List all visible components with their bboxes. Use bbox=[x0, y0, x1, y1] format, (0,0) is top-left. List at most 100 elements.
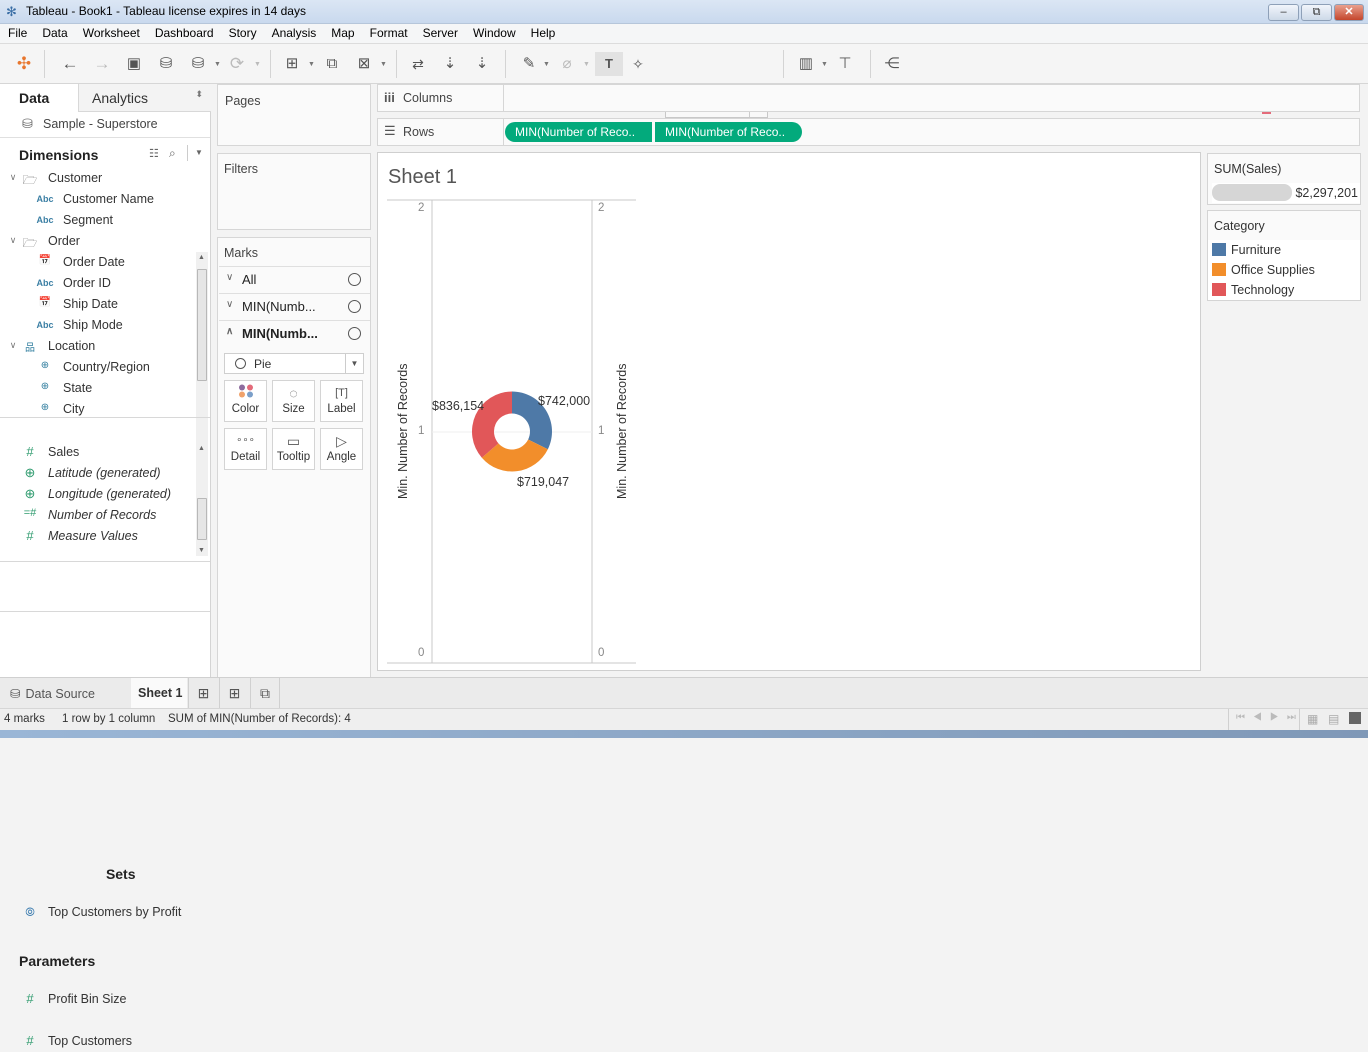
dimension-field[interactable]: Abc Ship Mode bbox=[0, 315, 210, 336]
dimensions-list: ∨ 🗁 Customer Abc Customer Name Abc Segment ∨ 🗁 Or… bbox=[0, 168, 210, 416]
menu-help[interactable]: Help bbox=[523, 24, 563, 40]
size-button[interactable]: ◌ Size bbox=[272, 380, 315, 422]
y-tick-left: 1 bbox=[418, 425, 425, 437]
measure-field[interactable]: # Sales bbox=[0, 442, 195, 463]
menu-data[interactable]: Data bbox=[34, 24, 74, 40]
globe-icon: ⊕ bbox=[40, 381, 50, 392]
tab-data[interactable]: Data bbox=[0, 84, 78, 112]
share-icon[interactable]: ⋲ bbox=[880, 52, 904, 76]
measure-field[interactable]: # Measure Values bbox=[0, 526, 195, 547]
marks-card-min-1[interactable]: ∨ MIN(Numb... bbox=[219, 293, 370, 320]
field-label: Customer Name bbox=[63, 192, 154, 206]
dimension-field[interactable]: ⊕ Country/Region bbox=[0, 357, 210, 378]
dimension-folder[interactable]: ∨ 🗁 Order bbox=[0, 231, 210, 252]
highlight-icon[interactable]: ✎ bbox=[517, 52, 541, 76]
save-icon[interactable]: ▣ bbox=[122, 52, 146, 76]
legend-item-office-supplies[interactable]: Office Supplies bbox=[1212, 263, 1315, 277]
menu-server[interactable]: Server bbox=[415, 24, 465, 40]
color-legend-title: Category bbox=[1214, 219, 1265, 233]
data-source-item[interactable]: ⛁ Sample - Superstore bbox=[0, 112, 210, 138]
detail-button[interactable]: ∘∘∘ Detail bbox=[224, 428, 267, 470]
mark-type-select[interactable]: Pie ▼ bbox=[224, 353, 364, 374]
menu-format[interactable]: Format bbox=[362, 24, 415, 40]
presentation-mode-icon[interactable]: ⊤ bbox=[833, 52, 857, 76]
sort-descending-icon[interactable]: ⇣ bbox=[470, 52, 494, 76]
dimension-field[interactable]: Abc Order ID bbox=[0, 273, 210, 294]
parameter-label: Profit Bin Size bbox=[48, 992, 127, 1006]
sheet-nav-icons[interactable]: ⏮◀▶⏭ bbox=[1236, 712, 1304, 723]
new-data-source-icon[interactable]: ⛁ bbox=[154, 52, 178, 76]
dimension-field[interactable]: 📅 Order Date bbox=[0, 252, 210, 273]
restore-button[interactable]: ⧉ bbox=[1301, 4, 1332, 21]
dimension-folder[interactable]: ∨ 🗁 Customer bbox=[0, 168, 210, 189]
marks-card-min-2[interactable]: ∧ MIN(Numb... bbox=[219, 320, 370, 347]
dimension-field[interactable]: Abc Segment bbox=[0, 210, 210, 231]
legend-item-technology[interactable]: Technology bbox=[1212, 283, 1294, 297]
show-cards-icon[interactable]: ▥ bbox=[794, 52, 818, 76]
tableau-home-icon[interactable]: ✣ bbox=[12, 52, 36, 76]
dimension-field[interactable]: Abc Customer Name bbox=[0, 189, 210, 210]
new-story-icon[interactable]: ⧉ bbox=[250, 678, 280, 708]
close-button[interactable]: ✕ bbox=[1334, 4, 1364, 21]
pie-mark-icon bbox=[348, 300, 361, 313]
show-mark-labels-icon[interactable]: T bbox=[595, 52, 623, 76]
rows-pill[interactable]: MIN(Number of Reco.. bbox=[505, 122, 652, 142]
menu-file[interactable]: File bbox=[0, 24, 34, 40]
filters-shelf[interactable]: Filters bbox=[217, 153, 371, 230]
tab-data-source[interactable]: ⛁ Data Source bbox=[0, 678, 130, 708]
menu-map[interactable]: Map bbox=[323, 24, 361, 40]
menu-window[interactable]: Window bbox=[465, 24, 523, 40]
parameter-item[interactable]: # Top Customers bbox=[0, 1031, 210, 1052]
parameter-item[interactable]: # Profit Bin Size bbox=[0, 989, 210, 1010]
pages-shelf[interactable]: Pages bbox=[217, 84, 371, 146]
dimensions-menu-icon[interactable]: ▼ bbox=[195, 148, 203, 157]
legend-item-furniture[interactable]: Furniture bbox=[1212, 243, 1281, 257]
tab-sheet-1[interactable]: Sheet 1 bbox=[131, 678, 187, 708]
undo-icon[interactable]: ← bbox=[58, 52, 82, 76]
tab-analytics[interactable]: Analytics ⬍ bbox=[78, 84, 211, 112]
worksheet-view: Sheet 1 2 1 0 2 1 0 Min. Number of Recor… bbox=[377, 152, 1201, 671]
refresh-icon[interactable]: ⟳ bbox=[225, 52, 249, 76]
menu-worksheet[interactable]: Worksheet bbox=[75, 24, 147, 40]
group-members-icon[interactable]: ⌀ bbox=[555, 52, 579, 76]
new-worksheet-icon[interactable]: ⊞ bbox=[280, 52, 304, 76]
columns-shelf[interactable]: iii Columns bbox=[377, 84, 1360, 112]
chevron-up-icon: ∧ bbox=[226, 326, 234, 337]
duplicate-sheet-icon[interactable]: ⧉ bbox=[320, 52, 344, 76]
search-icon[interactable]: ⌕ bbox=[169, 146, 176, 161]
pause-updates-icon[interactable]: ⛁ bbox=[186, 52, 210, 76]
filmstrip-view-icon[interactable]: ▤ bbox=[1328, 712, 1339, 726]
menu-story[interactable]: Story bbox=[221, 24, 264, 40]
clear-sheet-icon[interactable]: ⊠ bbox=[352, 52, 376, 76]
columns-icon: iii bbox=[384, 90, 395, 105]
y-tick-right: 2 bbox=[598, 202, 605, 214]
sort-ascending-icon[interactable]: ⇣ bbox=[438, 52, 462, 76]
minimize-button[interactable]: – bbox=[1268, 4, 1299, 21]
marks-card-label: MIN(Numb... bbox=[242, 299, 316, 314]
tabs-view-icon[interactable] bbox=[1349, 712, 1361, 724]
dimension-folder[interactable]: ∨ 品 Location bbox=[0, 336, 210, 357]
marks-card-all[interactable]: ∨ All bbox=[219, 266, 370, 293]
tooltip-button[interactable]: ▭ Tooltip bbox=[272, 428, 315, 470]
menu-dashboard[interactable]: Dashboard bbox=[147, 24, 221, 40]
dimension-field[interactable]: ⊕ State bbox=[0, 378, 210, 399]
angle-button[interactable]: ▷ Angle bbox=[320, 428, 363, 470]
swap-rows-columns-icon[interactable]: ⇄ bbox=[406, 52, 430, 76]
os-taskbar bbox=[0, 730, 1368, 738]
new-dashboard-icon[interactable]: ⊞ bbox=[219, 678, 249, 708]
new-worksheet-icon[interactable]: ⊞ bbox=[188, 678, 218, 708]
set-item[interactable]: ⦾ Top Customers by Profit bbox=[0, 902, 210, 923]
fix-axes-icon[interactable]: ✧ bbox=[626, 52, 650, 76]
dimension-field[interactable]: 📅 Ship Date bbox=[0, 294, 210, 315]
color-button[interactable]: Color bbox=[224, 380, 267, 422]
view-list-icon[interactable]: ☷ bbox=[149, 147, 159, 160]
label-button[interactable]: [T] Label bbox=[320, 380, 363, 422]
redo-icon[interactable]: → bbox=[90, 52, 114, 76]
grid-view-icon[interactable]: ▦ bbox=[1307, 712, 1318, 726]
menu-analysis[interactable]: Analysis bbox=[264, 24, 324, 40]
measure-field[interactable]: ⊕ Longitude (generated) bbox=[0, 484, 195, 505]
measure-field[interactable]: =# Number of Records bbox=[0, 505, 195, 526]
rows-pill[interactable]: MIN(Number of Reco.. bbox=[655, 122, 802, 142]
measure-field[interactable]: ⊕ Latitude (generated) bbox=[0, 463, 195, 484]
measures-scrollbar[interactable]: ▲ ▼ bbox=[196, 443, 208, 556]
